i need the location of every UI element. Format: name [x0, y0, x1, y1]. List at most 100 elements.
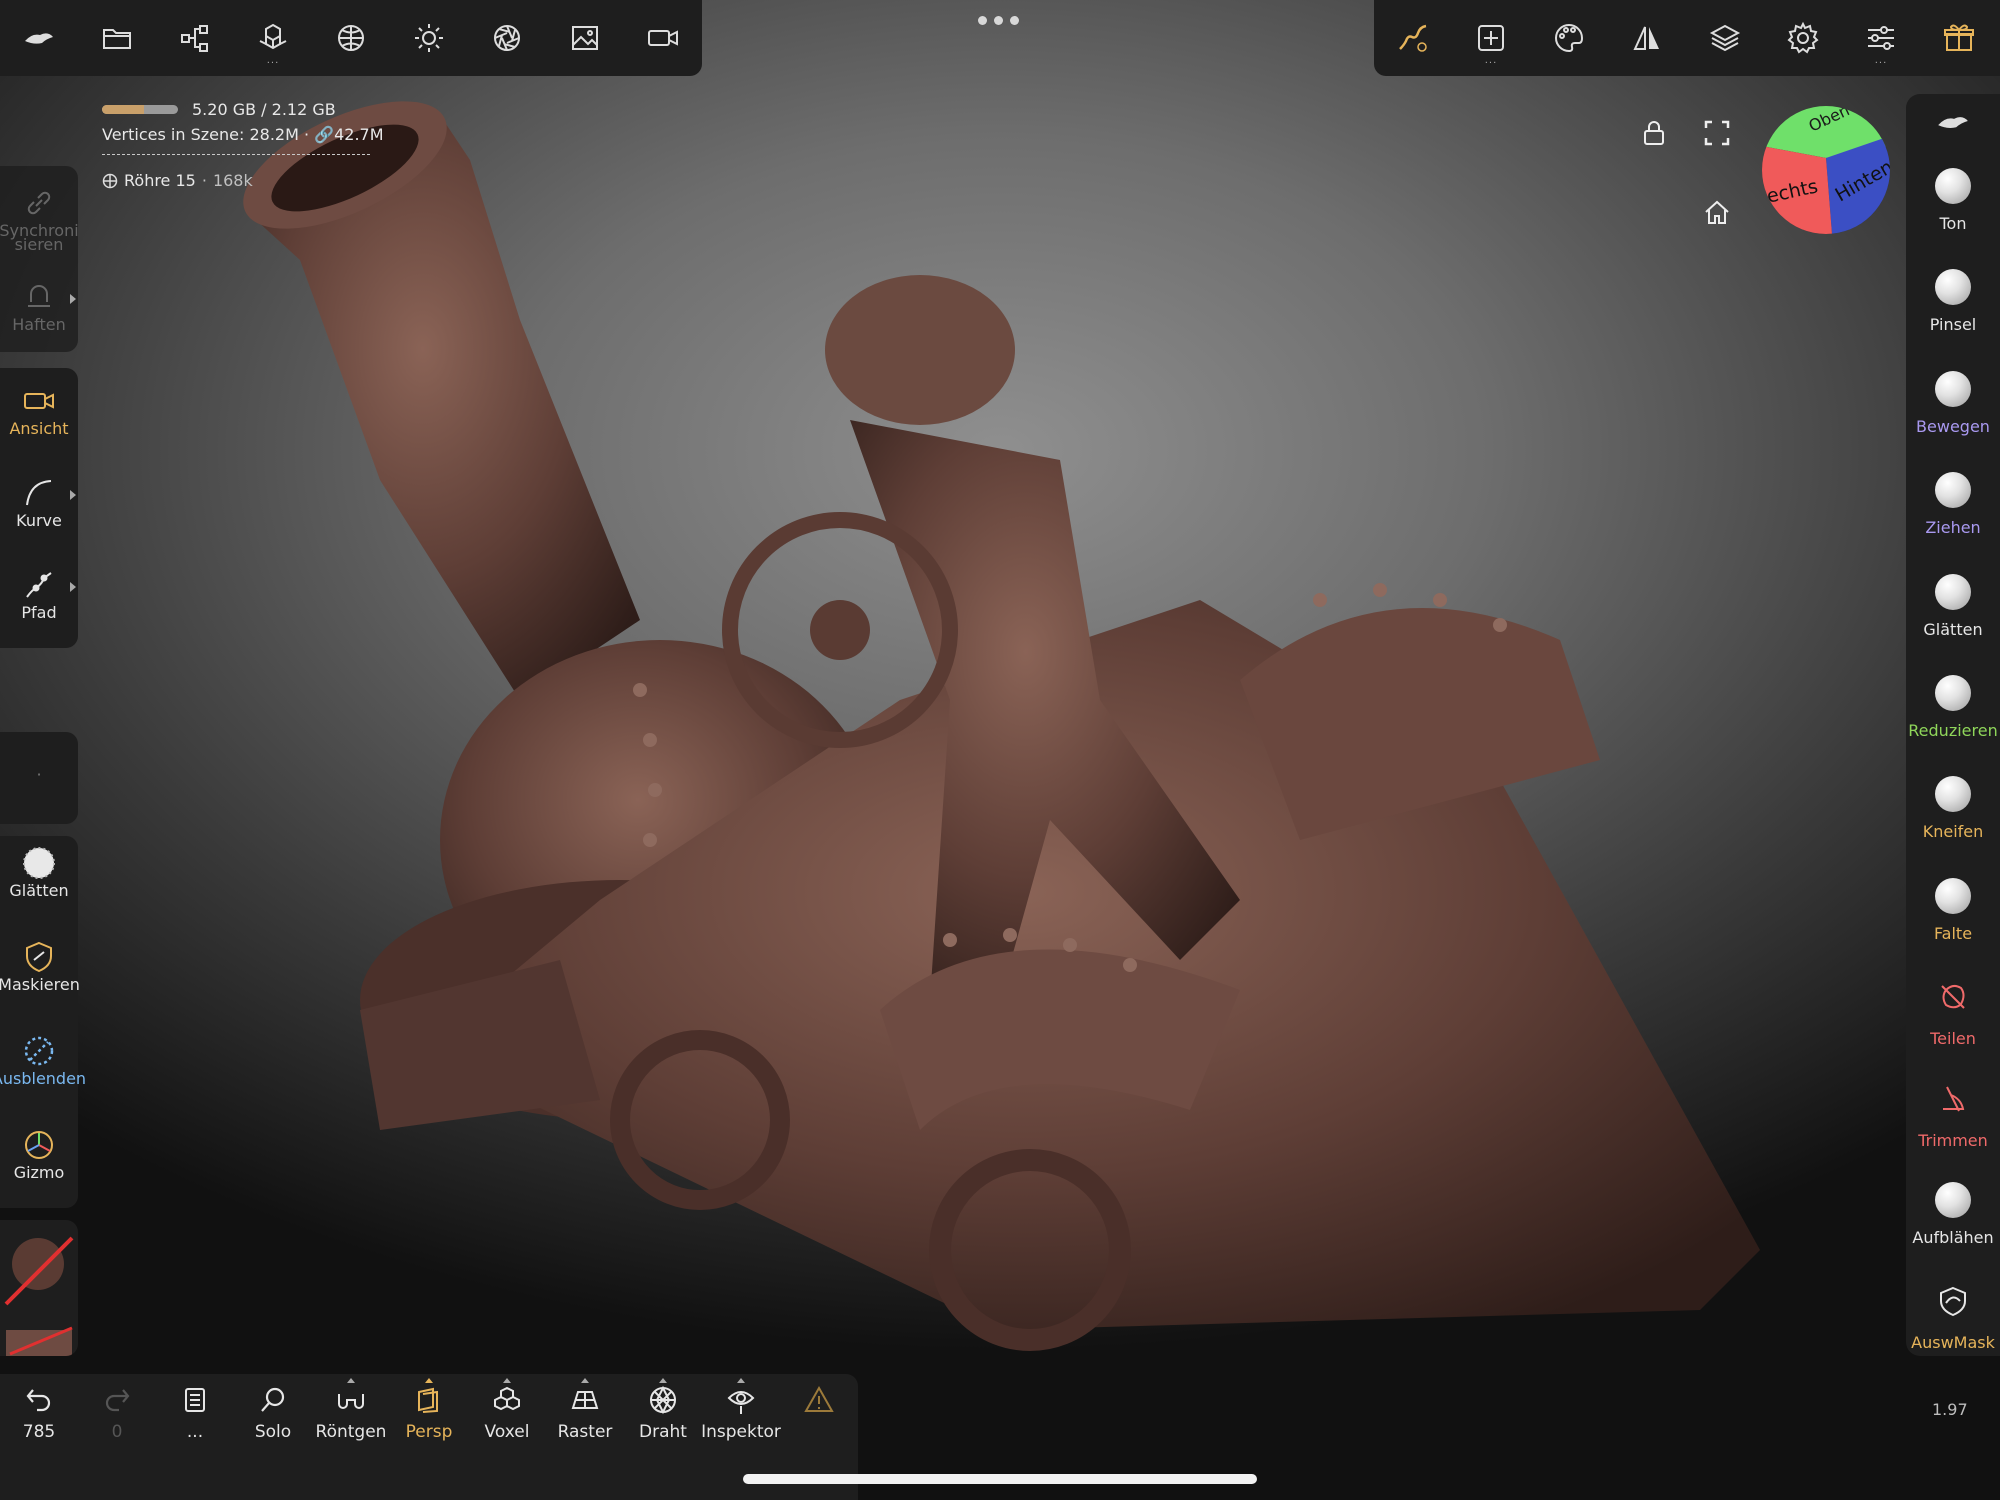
tool-bewegen-button[interactable]: Bewegen — [1906, 370, 2000, 436]
perspective-button[interactable]: Persp — [390, 1378, 468, 1442]
inspector-button[interactable]: Inspektor — [701, 1378, 781, 1442]
home-view-button[interactable] — [1697, 192, 1737, 232]
gear-icon[interactable] — [1764, 0, 1842, 76]
path-icon — [26, 572, 52, 598]
hide-shortcut-button[interactable]: Ausblenden — [0, 1034, 86, 1087]
tool-ziehen-button[interactable]: Ziehen — [1906, 472, 2000, 537]
ton-brush-icon — [1935, 168, 1971, 204]
stick-button[interactable]: Haften — [0, 280, 78, 333]
tool-label: Falte — [1933, 923, 1973, 943]
view-button[interactable]: Ansicht — [0, 384, 78, 437]
layers-icon[interactable] — [1686, 0, 1764, 76]
fullscreen-icon — [1704, 120, 1730, 146]
fullscreen-button[interactable] — [1697, 113, 1737, 153]
left-panel-material[interactable] — [0, 1220, 78, 1356]
home-indicator[interactable] — [743, 1474, 1257, 1484]
warning-button[interactable] — [780, 1384, 858, 1416]
tool-pinsel-button[interactable]: Pinsel — [1906, 269, 2000, 334]
history-list-icon — [185, 1388, 205, 1412]
tool-reduzieren-button[interactable]: Reduzieren — [1906, 675, 2000, 740]
memory-bar — [102, 105, 178, 114]
selected-object[interactable]: Röhre 15 · 168k — [102, 171, 384, 190]
object-name: Röhre 15 — [124, 171, 196, 190]
kneifen-brush-icon — [1935, 776, 1971, 813]
undo-icon — [26, 1389, 51, 1412]
gift-icon[interactable] — [1920, 0, 1998, 76]
lock-view-button[interactable] — [1634, 113, 1674, 153]
gizmo-icon — [25, 1131, 53, 1159]
nomad-logo-icon[interactable] — [0, 0, 78, 76]
view-cube[interactable]: Oben Hinten Rechts — [1762, 106, 1890, 234]
solo-button[interactable]: Solo — [234, 1384, 312, 1442]
scene-graph-icon[interactable] — [156, 0, 234, 76]
light-icon[interactable] — [390, 0, 468, 76]
video-camera-icon[interactable] — [624, 0, 702, 76]
wireframe-label: Draht — [639, 1422, 687, 1442]
tool-ton-button[interactable]: Ton — [1906, 168, 2000, 233]
tool-label: AuswMask — [1911, 1333, 1995, 1353]
grid-label: Raster — [557, 1422, 613, 1442]
inspector-label: Inspektor — [701, 1422, 781, 1442]
folder-icon[interactable] — [78, 0, 156, 76]
magnet-icon — [28, 285, 50, 307]
sliders-icon[interactable]: ... — [1842, 0, 1920, 76]
grid-button[interactable]: Raster — [546, 1378, 624, 1442]
vertices-label: Vertices in Szene — [102, 125, 239, 144]
bottom-toolbar: 785 0 ... Solo Röntgen Persp Voxel Raste… — [0, 1374, 858, 1500]
tool-menu-button[interactable] — [1906, 104, 2000, 140]
camera-aperture-icon[interactable] — [468, 0, 546, 76]
lock-icon — [1644, 121, 1664, 145]
history-label: ... — [186, 1422, 204, 1442]
hide-label: Ausblenden — [0, 1069, 87, 1088]
mask-label: Maskieren — [0, 975, 80, 994]
material-preview[interactable] — [12, 1238, 64, 1290]
history-button[interactable]: ... — [156, 1384, 234, 1442]
tool-auswmask-button[interactable]: AuswMask — [1906, 1283, 2000, 1352]
tool-aufbl-hen-button[interactable]: Aufblähen — [1906, 1182, 2000, 1247]
tool-label: Bewegen — [1916, 416, 1990, 436]
path-button[interactable]: Pfad — [0, 568, 78, 621]
mask-shield-icon — [26, 941, 52, 973]
smooth-sphere-icon — [23, 847, 55, 879]
smooth-shortcut-button[interactable]: Glätten — [0, 846, 78, 899]
sync-button[interactable]: Synchroni sieren — [0, 186, 79, 253]
wireframe-icon — [650, 1385, 676, 1415]
tool-label: Reduzieren — [1908, 721, 1998, 740]
tool-falte-button[interactable]: Falte — [1906, 877, 2000, 943]
tool-trimmen-button[interactable]: Trimmen — [1906, 1081, 2000, 1150]
tool-gl-tten-button[interactable]: Glätten — [1906, 573, 2000, 639]
tool-kneifen-button[interactable]: Kneifen — [1906, 776, 2000, 841]
symmetry-icon[interactable] — [1608, 0, 1686, 76]
undo-button[interactable]: 785 — [0, 1384, 78, 1442]
trimmen-icon — [1935, 1081, 1971, 1121]
voxel-button[interactable]: Voxel — [468, 1378, 546, 1442]
tool-label: Glätten — [1923, 619, 1983, 639]
wireframe-button[interactable]: Draht — [624, 1378, 702, 1442]
home-icon — [1705, 200, 1729, 224]
teilen-icon — [1935, 979, 1971, 1019]
gizmo-shortcut-button[interactable]: Gizmo — [0, 1128, 78, 1181]
ziehen-brush-icon — [1935, 472, 1971, 509]
material-sphere-icon[interactable] — [312, 0, 390, 76]
search-icon — [261, 1387, 285, 1412]
zoom-level: 1.97 — [1932, 1400, 1968, 1419]
primitives-icon[interactable]: ... — [234, 0, 312, 76]
curve-button[interactable]: Kurve — [0, 476, 78, 529]
redo-button[interactable]: 0 — [78, 1384, 156, 1442]
link-icon — [27, 191, 51, 215]
stroke-settings-icon[interactable] — [1374, 0, 1452, 76]
inspector-eye-icon — [727, 1391, 755, 1414]
palette-icon[interactable] — [1530, 0, 1608, 76]
xray-glasses-icon — [338, 1394, 364, 1409]
pinsel-brush-icon — [1935, 269, 1971, 306]
grid-icon — [571, 1391, 599, 1409]
video-camera-icon — [24, 393, 54, 409]
aufbl-hen-brush-icon — [1935, 1182, 1971, 1218]
xray-button[interactable]: Röntgen — [312, 1378, 390, 1442]
tool-teilen-button[interactable]: Teilen — [1906, 979, 2000, 1048]
mask-shortcut-button[interactable]: Maskieren — [0, 940, 80, 994]
tool-settings-icon[interactable]: ... — [1452, 0, 1530, 76]
tool-label: Ziehen — [1925, 518, 1981, 538]
more-menu-dots[interactable] — [978, 16, 1019, 25]
image-icon[interactable] — [546, 0, 624, 76]
